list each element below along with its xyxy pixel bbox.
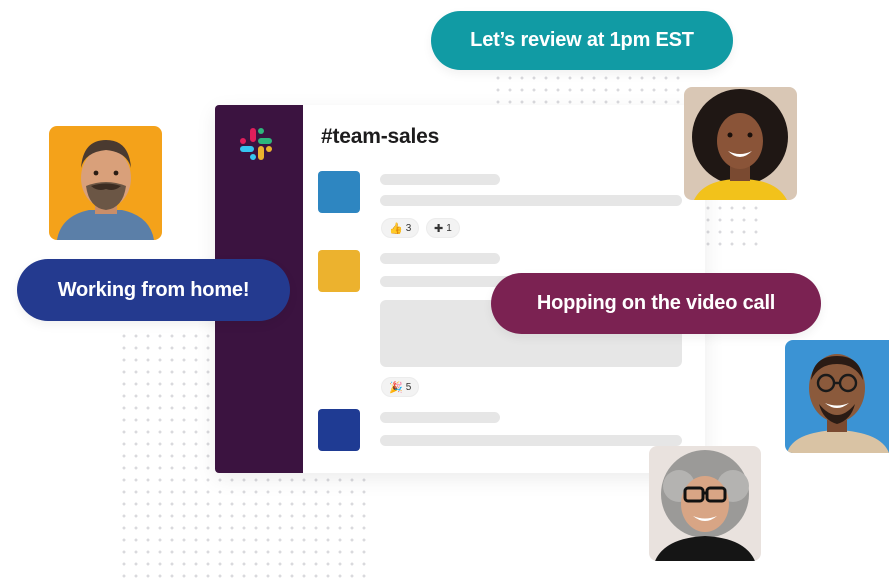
slack-logo-icon <box>240 128 272 160</box>
reaction-count: 5 <box>405 381 412 393</box>
reaction-party[interactable]: 🎉 5 <box>381 377 420 397</box>
thumbs-up-icon: 👍 <box>389 222 403 235</box>
message-avatar[interactable] <box>318 171 360 213</box>
message-text-placeholder <box>380 195 682 206</box>
avatar-man-glasses <box>785 340 889 453</box>
chat-bubble-home: Working from home! <box>17 259 290 321</box>
channel-title[interactable]: #team-sales <box>321 125 439 149</box>
reaction-plus-one[interactable]: ✚ 1 <box>426 218 460 238</box>
avatar-man-mustache <box>49 126 162 240</box>
message-avatar[interactable] <box>318 409 360 451</box>
party-popper-icon: 🎉 <box>389 381 403 394</box>
reaction-count: 1 <box>446 222 452 234</box>
chat-bubble-video: Hopping on the video call <box>491 273 821 334</box>
message-name-placeholder <box>380 174 500 185</box>
reaction-thumbs-up[interactable]: 👍 3 <box>381 218 420 238</box>
message-avatar[interactable] <box>318 250 360 292</box>
message-name-placeholder <box>380 412 500 423</box>
message-text-placeholder <box>380 435 682 446</box>
chat-bubble-review: Let’s review at 1pm EST <box>431 11 733 70</box>
reaction-count: 3 <box>405 222 412 234</box>
message-name-placeholder <box>380 253 500 264</box>
plus-icon: ✚ <box>434 222 444 235</box>
avatar-woman-curly-hair <box>684 87 797 200</box>
avatar-woman-gray-hair <box>649 446 761 561</box>
